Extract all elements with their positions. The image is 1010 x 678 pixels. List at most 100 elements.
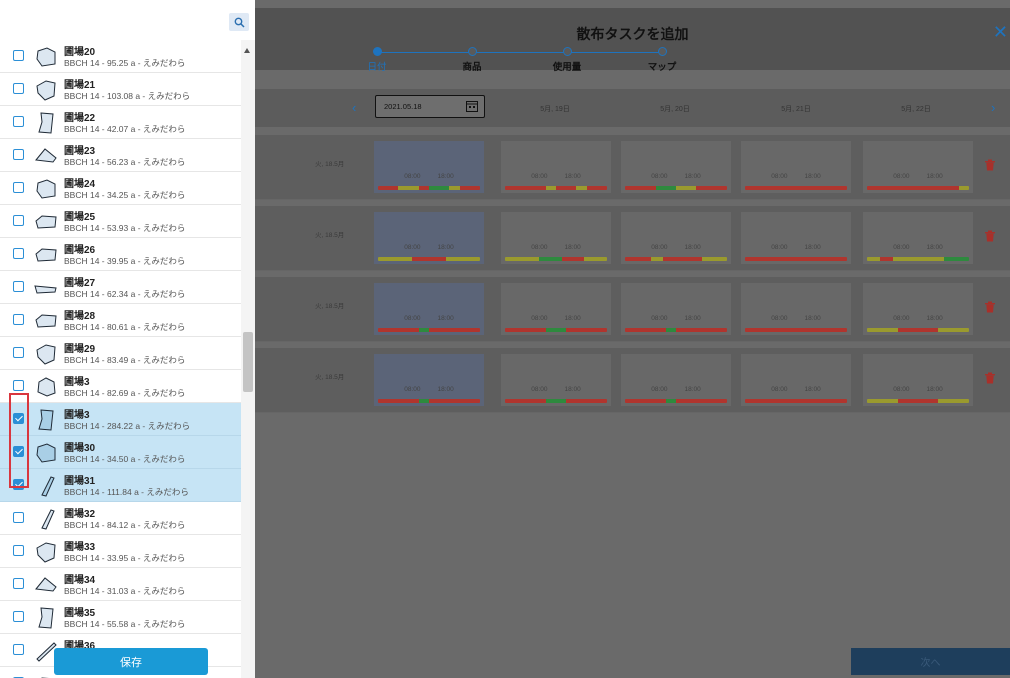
time-label: 18:00 [804,173,821,180]
field-row[interactable]: 圃場22 BBCH 14 - 42.07 a - えみだわら [0,106,241,139]
field-row[interactable]: 圃場33 BBCH 14 - 33.95 a - えみだわら [0,535,241,568]
step-dot[interactable] [468,47,477,56]
checkbox[interactable] [13,512,24,523]
weather-cell[interactable]: 08:00 18:00 [863,283,973,335]
step-dot[interactable] [563,47,572,56]
date-picker-input[interactable]: 2021.05.18 [375,95,485,118]
checkbox[interactable] [13,248,24,259]
condition-segment [505,257,539,261]
field-row[interactable]: 圃場26 BBCH 14 - 39.95 a - えみだわら [0,238,241,271]
spray-condition-bar [505,399,607,403]
list-scrollbar[interactable] [241,40,255,678]
search-button[interactable] [229,13,249,31]
field-row[interactable]: 圃場29 BBCH 14 - 83.49 a - えみだわら [0,337,241,370]
field-row[interactable]: 圃場27 BBCH 14 - 62.34 a - えみだわら [0,271,241,304]
time-label: 08:00 [771,244,788,251]
field-row[interactable]: 圃場28 BBCH 14 - 80.61 a - えみだわら [0,304,241,337]
checkbox[interactable] [13,545,24,556]
checkbox[interactable] [13,149,24,160]
field-row[interactable]: 圃場30 BBCH 14 - 34.50 a - えみだわら [0,436,241,469]
spray-condition-bar [505,186,607,190]
weather-cell[interactable]: 08:00 18:00 [621,212,731,264]
condition-segment [539,257,562,261]
weather-cell[interactable]: 08:00 18:00 [621,354,731,406]
spray-condition-bar [867,399,969,403]
field-row[interactable]: 圃場25 BBCH 14 - 53.93 a - えみだわら [0,205,241,238]
checkbox[interactable] [13,50,24,61]
checkbox[interactable] [13,116,24,127]
condition-segment [446,257,480,261]
weather-cell[interactable]: 08:00 18:00 [741,212,851,264]
condition-segment [429,328,480,332]
field-description: BBCH 14 - 62.34 a - えみだわら [64,289,186,299]
condition-segment [429,399,480,403]
checkbox[interactable] [13,182,24,193]
field-row[interactable]: 圃場32 BBCH 14 - 84.12 a - えみだわら [0,502,241,535]
weather-cell[interactable]: 08:00 18:00 [501,354,611,406]
condition-segment [418,186,430,190]
weather-cell[interactable]: 08:00 18:00 [863,141,973,193]
weather-cell[interactable]: 08:00 18:00 [741,283,851,335]
delete-icon[interactable] [985,159,995,171]
weather-cell[interactable]: 08:00 18:00 [501,141,611,193]
save-button[interactable]: 保存 [54,648,208,675]
weather-cell[interactable]: 08:00 18:00 [374,212,484,264]
weather-cell[interactable]: 08:00 18:00 [863,212,973,264]
day-header: 5月, 20日 [660,106,690,113]
checkbox[interactable] [13,281,24,292]
field-row[interactable]: 圃場23 BBCH 14 - 56.23 a - えみだわら [0,139,241,172]
time-label: 18:00 [926,315,943,322]
time-labels: 08:00 18:00 [621,315,731,322]
weather-cell[interactable]: 08:00 18:00 [501,283,611,335]
checkbox[interactable] [13,347,24,358]
weather-cell[interactable]: 08:00 18:00 [621,283,731,335]
checkbox[interactable] [13,83,24,94]
close-icon[interactable]: ✕ [993,22,1008,43]
field-row[interactable]: 圃場35 BBCH 14 - 55.58 a - えみだわら [0,601,241,634]
delete-icon[interactable] [985,301,995,313]
field-row[interactable]: 圃場3 BBCH 14 - 82.69 a - えみだわら [0,370,241,403]
delete-icon[interactable] [985,372,995,384]
task-row: 火, 18.5月 08:00 18:00 08:00 18:00 08:00 18:00 08… [255,348,1010,413]
checkbox[interactable] [13,380,24,391]
checkbox[interactable] [13,644,24,655]
condition-segment [879,257,893,261]
field-list-panel: 圃場20 BBCH 14 - 95.25 a - えみだわら 圃場21 BBCH 14… [0,0,255,678]
condition-segment [378,186,399,190]
step-connector [476,52,564,53]
checkbox[interactable] [13,314,24,325]
weather-cell[interactable]: 08:00 18:00 [621,141,731,193]
checkbox[interactable] [13,611,24,622]
step-dot[interactable] [373,47,382,56]
weather-cell[interactable]: 08:00 18:00 [501,212,611,264]
weather-cell[interactable]: 08:00 18:00 [741,354,851,406]
field-row[interactable]: 圃場20 BBCH 14 - 95.25 a - えみだわら [0,40,241,73]
spray-condition-bar [625,399,727,403]
condition-segment [378,399,419,403]
step-label: 商品 [462,62,482,73]
field-row[interactable]: 圃場3 BBCH 14 - 284.22 a - えみだわら [0,403,241,436]
field-row[interactable]: 圃場31 BBCH 14 - 111.84 a - えみだわら [0,469,241,502]
weather-cell[interactable]: 08:00 18:00 [374,141,484,193]
next-date-arrow-icon[interactable]: › [991,100,995,115]
scroll-thumb[interactable] [243,332,253,392]
prev-date-arrow-icon[interactable]: ‹ [352,100,356,115]
weather-cell[interactable]: 08:00 18:00 [374,283,484,335]
step-dot[interactable] [658,47,667,56]
field-row[interactable]: 圃場34 BBCH 14 - 31.03 a - えみだわら [0,568,241,601]
field-row[interactable]: 圃場24 BBCH 14 - 34.25 a - えみだわら [0,172,241,205]
next-button[interactable]: 次へ [851,648,1010,675]
calendar-icon[interactable] [466,100,478,112]
weather-cell[interactable]: 08:00 18:00 [374,354,484,406]
field-shape-icon [36,179,56,199]
field-row[interactable]: 圃場21 BBCH 14 - 103.08 a - えみだわら [0,73,241,106]
spray-condition-bar [378,328,480,332]
weather-cell[interactable]: 08:00 18:00 [863,354,973,406]
time-labels: 08:00 18:00 [621,244,731,251]
checked-fields-highlight [9,393,29,488]
delete-icon[interactable] [985,230,995,242]
checkbox[interactable] [13,215,24,226]
checkbox[interactable] [13,578,24,589]
weather-cell[interactable]: 08:00 18:00 [741,141,851,193]
scroll-up-arrow-icon[interactable] [244,48,250,53]
